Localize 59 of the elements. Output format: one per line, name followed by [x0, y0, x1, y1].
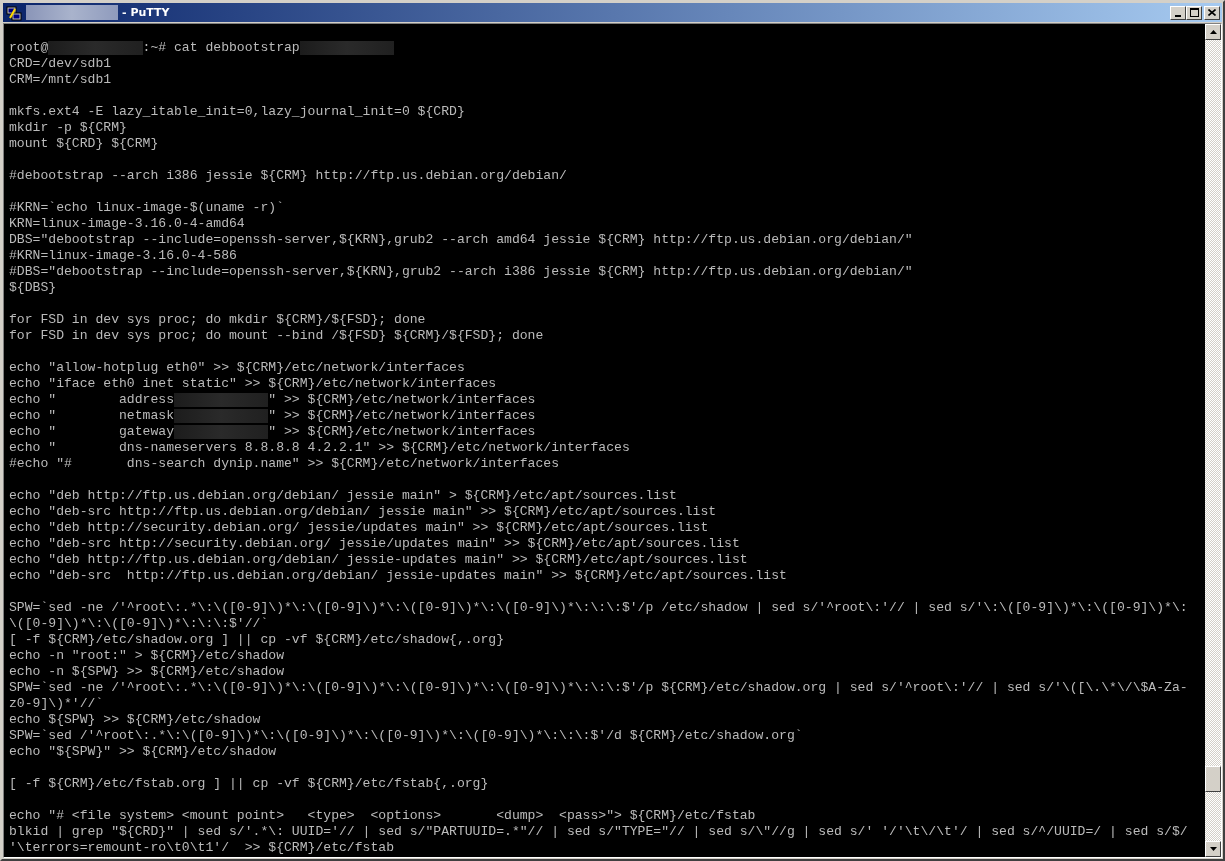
terminal-line: DBS="debootstrap --include=openssh-server,${KRN},grub2 --arch amd64 jessie ${CRM} http://ftp.us.debian.org/debian/" — [9, 232, 913, 248]
maximize-icon — [1189, 8, 1199, 17]
terminal-line: #DBS="debootstrap --include=openssh-server,${KRN},grub2 --arch i386 jessie ${CRM} http://ftp.us.debian.org/debian/" — [9, 264, 913, 280]
terminal-line: echo -n ${SPW} >> ${CRM}/etc/shadow — [9, 664, 284, 680]
terminal-line: #echo "# dns-search dynip.name" >> ${CRM}/etc/network/interfaces — [9, 456, 560, 472]
scroll-thumb[interactable] — [1205, 765, 1221, 792]
terminal-line: SPW=`sed -ne /'^root\:.*\:\([0-9]\)*\:\([0-9]\)*\:\([0-9]\)*\:\([0-9]\)*\:\:\:$'/p ${CRM}/etc/shadow.org | sed s/'^root\:'// | sed s/'\([\.\*\/\$A-Za- — [9, 680, 1188, 696]
scroll-down-button[interactable] — [1205, 841, 1221, 857]
terminal-line: #debootstrap --arch i386 jessie ${CRM} http://ftp.us.debian.org/debian/ — [9, 168, 567, 184]
minimize-button[interactable] — [1170, 5, 1186, 20]
terminal-line: SPW=`sed -ne /'^root\:.*\:\([0-9]\)*\:\([0-9]\)*\:\([0-9]\)*\:\([0-9]\)*\:\:\:$'/p /etc/shadow | sed s/'^root\:'// | sed s/'\:\([0-9]\)*\:\([0-9]\)*\: — [9, 600, 1188, 616]
terminal-line: for FSD in dev sys proc; do mount --bind /${FSD} ${CRM}/${FSD}; done — [9, 328, 544, 344]
terminal-line: [ -f ${CRM}/etc/fstab.org ] || cp -vf ${CRM}/etc/fstab{,.org} — [9, 776, 489, 792]
terminal-line: echo "deb-src http://ftp.us.debian.org/debian/ jessie-updates main" >> ${CRM}/etc/apt/sources.list — [9, 568, 787, 584]
terminal-text: " >> ${CRM}/etc/network/interfaces — [268, 408, 536, 424]
terminal-line: ${DBS} — [9, 280, 57, 296]
up-arrow-icon — [1209, 30, 1217, 34]
terminal-text: echo " gateway — [9, 424, 174, 440]
terminal-line: '\terrors=remount-ro\t0\t1'/ >> ${CRM}/etc/fstab — [9, 840, 395, 856]
terminal-line: mkfs.ext4 -E lazy_itable_init=0,lazy_journal_init=0 ${CRD} — [9, 104, 465, 120]
terminal-line: echo "deb http://ftp.us.debian.org/debian/ jessie main" > ${CRM}/etc/apt/sources.list — [9, 488, 677, 504]
terminal-text: echo " netmask — [9, 408, 174, 424]
terminal-line: for FSD in dev sys proc; do mkdir ${CRM}/${FSD}; done — [9, 312, 426, 328]
terminal-line: CRM=/mnt/sdb1 — [9, 72, 112, 88]
terminal-line: #KRN=linux-image-3.16.0-4-586 — [9, 248, 237, 264]
terminal-line: echo "deb http://security.debian.org/ jessie/updates main" >> ${CRM}/etc/apt/sources.list — [9, 520, 709, 536]
terminal-line: mount ${CRD} ${CRM} — [9, 136, 159, 152]
scroll-up-button[interactable] — [1205, 24, 1221, 40]
window-title: - PuTTY — [122, 6, 170, 19]
close-button[interactable] — [1204, 5, 1220, 20]
terminal-line: z0-9]\)*'//` — [9, 696, 104, 712]
terminal-line: echo "deb-src http://ftp.us.debian.org/debian/ jessie main" >> ${CRM}/etc/apt/sources.list — [9, 504, 717, 520]
terminal-line: echo "deb http://ftp.us.debian.org/debian/ jessie-updates main" >> ${CRM}/etc/apt/sources.list — [9, 552, 748, 568]
terminal-line: CRD=/dev/sdb1 — [9, 56, 112, 72]
terminal-line: echo "iface eth0 inet static" >> ${CRM}/etc/network/interfaces — [9, 376, 497, 392]
minimize-icon — [1175, 14, 1181, 17]
terminal-text: " >> ${CRM}/etc/network/interfaces — [268, 424, 536, 440]
terminal-line: echo ${SPW} >> ${CRM}/etc/shadow — [9, 712, 261, 728]
terminal-line: echo "allow-hotplug eth0" >> ${CRM}/etc/network/interfaces — [9, 360, 465, 376]
terminal-text: " >> ${CRM}/etc/network/interfaces — [268, 392, 536, 408]
terminal-line: echo "deb-src http://security.debian.org/ jessie/updates main" >> ${CRM}/etc/apt/sources.list — [9, 536, 740, 552]
terminal-line: #KRN=`echo linux-image-$(uname -r)` — [9, 200, 284, 216]
terminal-line: blkid | grep "${CRD}" | sed s/'.*\: UUID='// | sed s/"PARTUUID=.*"// | sed s/"TYPE="// | sed s/\"//g | sed s/' '/'\t\/\t'/ | sed s/^/UUID=/ | sed s/$/ — [9, 824, 1188, 840]
terminal-line: echo "${SPW}" >> ${CRM}/etc/shadow — [9, 744, 277, 760]
terminal-line: echo "# <file system> <mount point> <type> <options> <dump> <pass>"> ${CRM}/etc/fstab — [9, 808, 756, 824]
close-icon — [1208, 9, 1216, 16]
terminal-line: [ -f ${CRM}/etc/shadow.org ] || cp -vf ${CRM}/etc/shadow{,.org} — [9, 632, 505, 648]
terminal-line: KRN=linux-image-3.16.0-4-amd64 — [9, 216, 245, 232]
maximize-button[interactable] — [1186, 5, 1202, 20]
terminal-line: echo " dns-nameservers 8.8.8.8 4.2.2.1" >> ${CRM}/etc/network/interfaces — [9, 440, 630, 456]
terminal-line: echo -n "root:" > ${CRM}/etc/shadow — [9, 648, 284, 664]
terminal-text: root@ — [9, 40, 49, 56]
terminal-text: :~# cat debbootstrap — [142, 40, 300, 56]
terminal-app-icon — [6, 4, 22, 21]
terminal-line: \([0-9]\)*\:\([0-9]\)*\:\:\:$'//` — [9, 616, 269, 632]
terminal-text: echo " address — [9, 392, 174, 408]
terminal-line: SPW=`sed /'^root\:.*\:\([0-9]\)*\:\([0-9]\)*\:\([0-9]\)*\:\([0-9]\)*\:\:\:$'/d ${CRM}/etc/shadow.org` — [9, 728, 803, 744]
terminal-line: mkdir -p ${CRM} — [9, 120, 127, 136]
down-arrow-icon — [1209, 847, 1217, 851]
